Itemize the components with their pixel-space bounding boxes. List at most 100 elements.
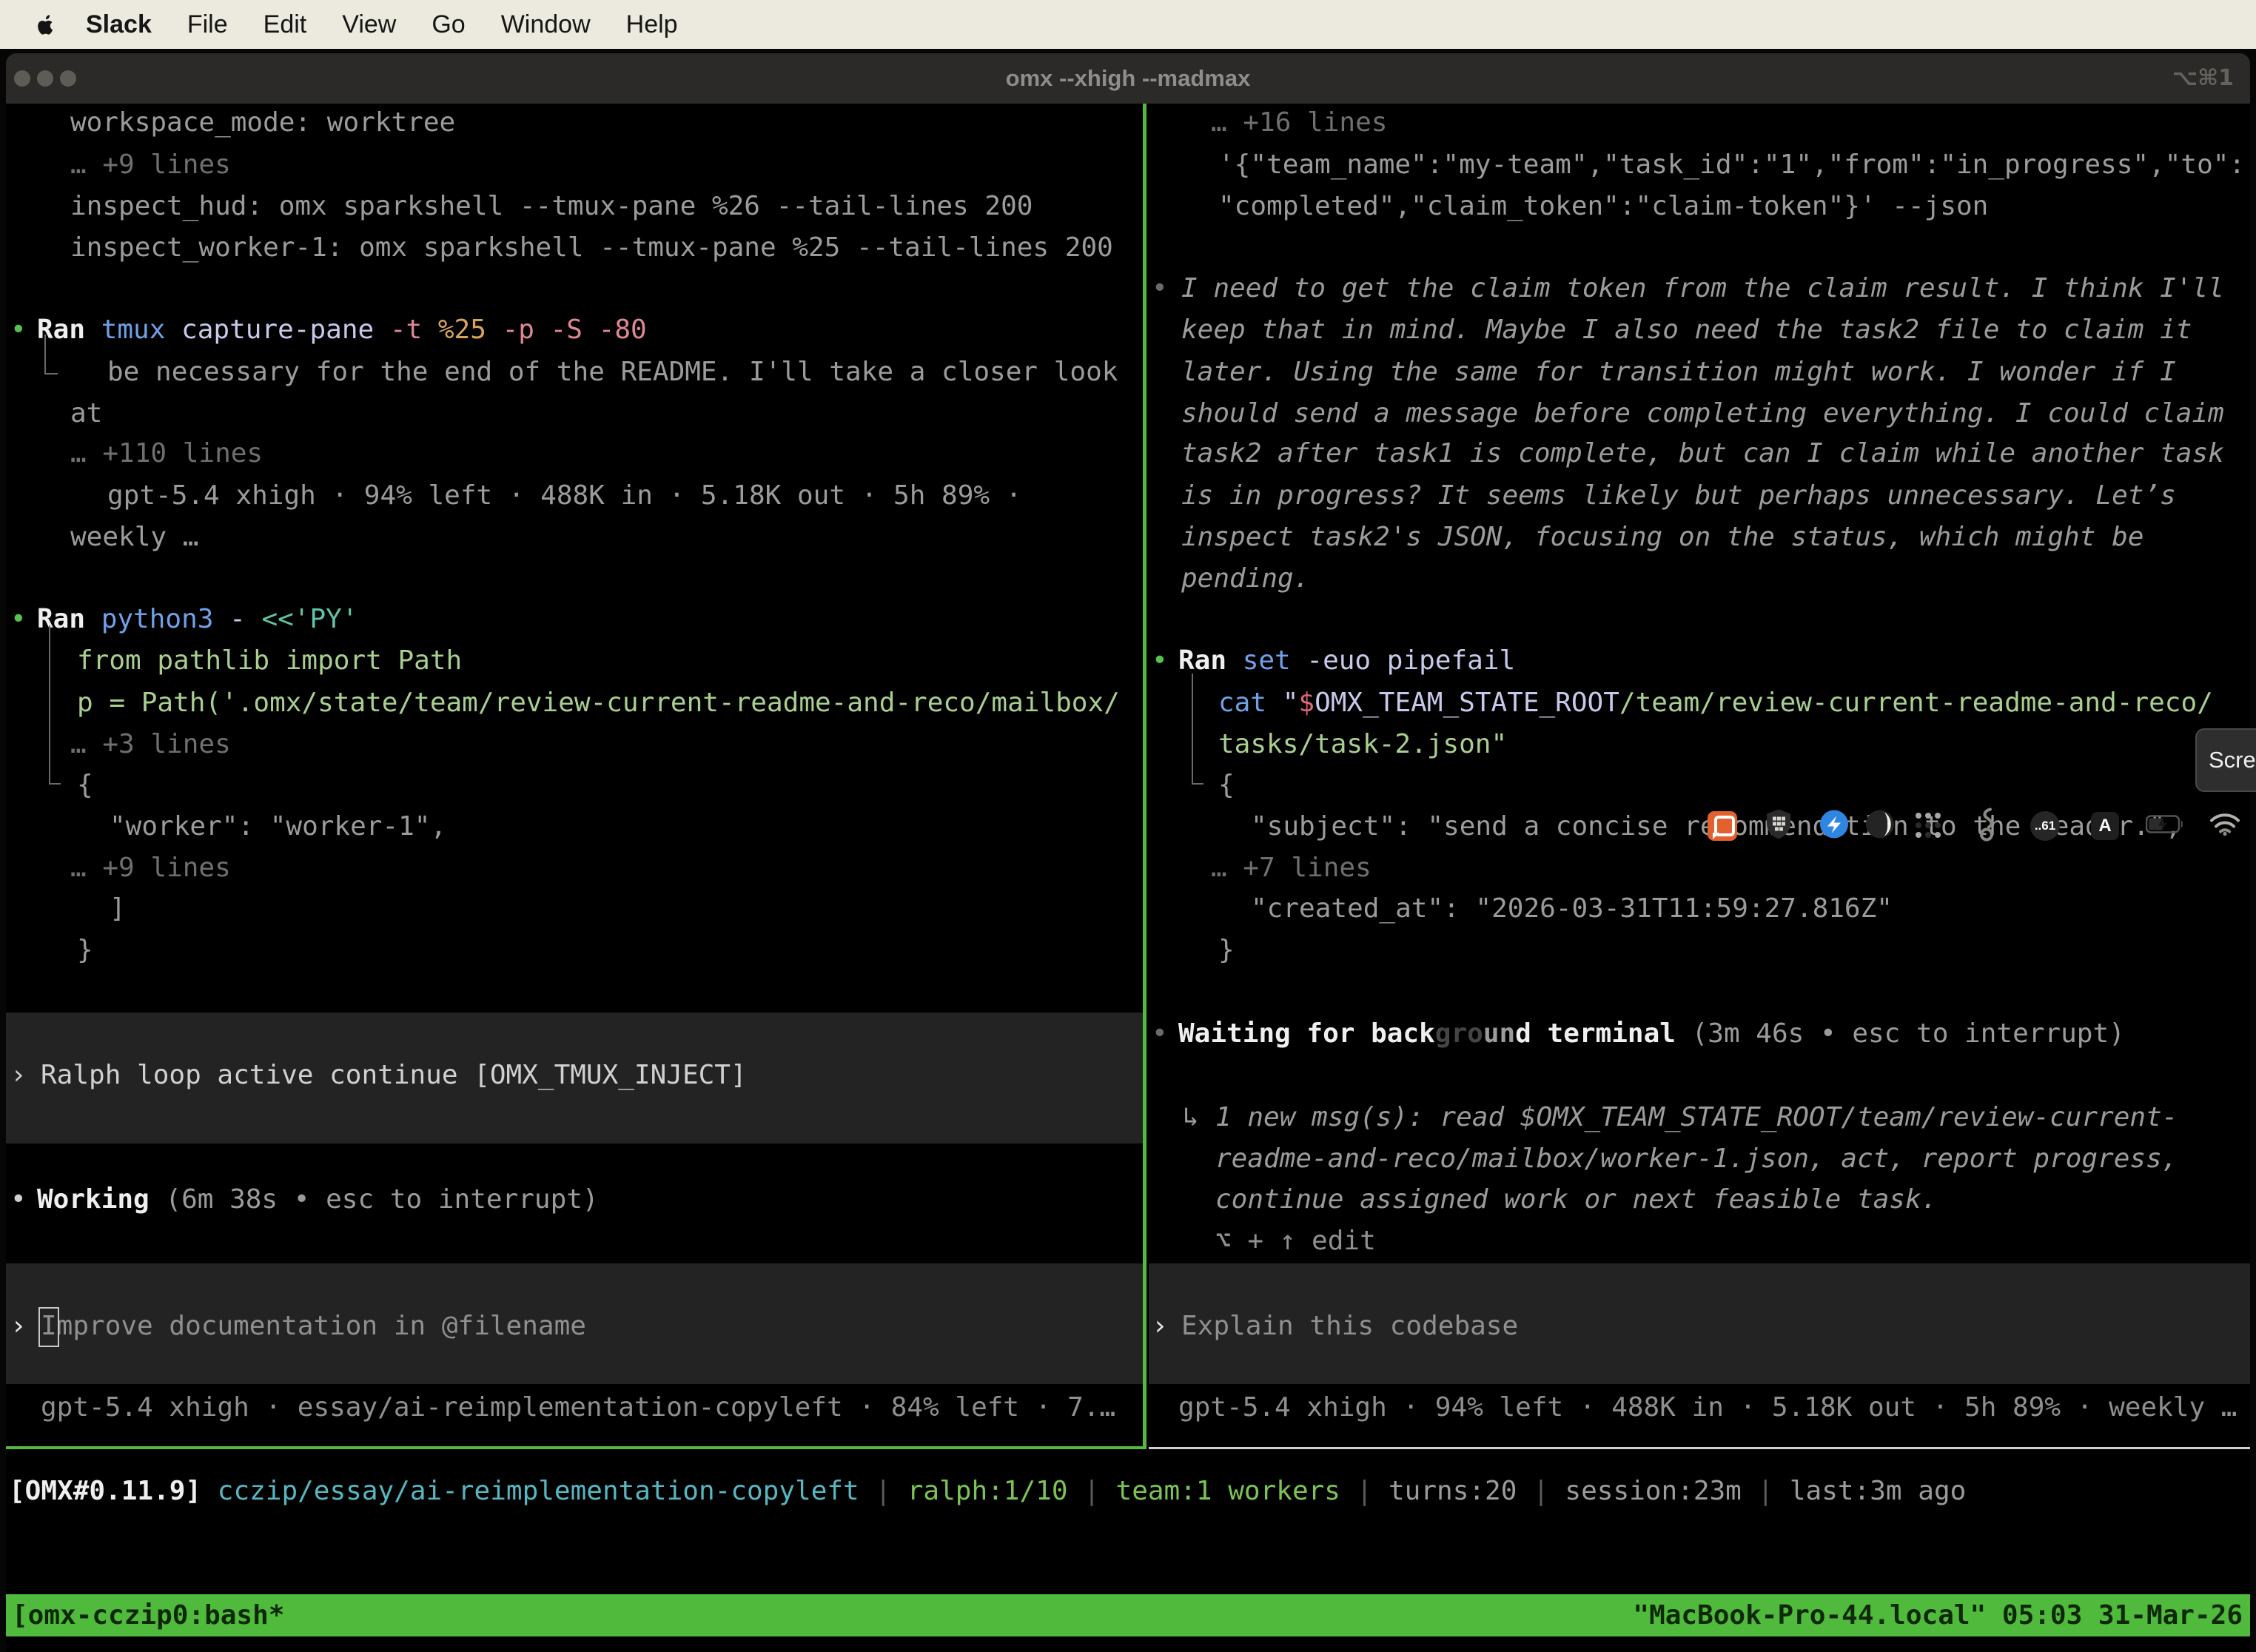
thinking-line: later. Using the same for transition mig…: [1181, 351, 2176, 393]
left-command-input[interactable]: Improve documentation in @filename: [41, 1305, 586, 1347]
thinking-bullet-icon: •: [1152, 267, 1168, 309]
output-elbow-connector: [44, 335, 58, 375]
menu-file[interactable]: File: [187, 10, 228, 39]
menu-help[interactable]: Help: [626, 10, 678, 39]
waiting-label: d terminal: [1515, 1018, 1676, 1049]
prompt-chevron-icon: ›: [1152, 1305, 1168, 1347]
code-line: tasks/task-2.json": [1218, 723, 1507, 765]
turns-counter: turns:20: [1389, 1476, 1517, 1506]
run-bullet-icon: •: [10, 309, 27, 351]
collapsed-lines-indicator[interactable]: … +16 lines: [1211, 101, 1387, 144]
terminal-line: inspect_hud: omx sparkshell --tmux-pane …: [70, 185, 1033, 227]
command-arg: capture-pane: [181, 315, 390, 345]
thinking-line: I need to get the claim token from the c…: [1181, 267, 2224, 309]
command-output-line: weekly …: [70, 516, 198, 558]
right-session-status: gpt-5.4 xhigh · 94% left · 488K in · 5.1…: [1178, 1386, 2237, 1428]
ran-label: Ran: [1178, 645, 1243, 676]
dollar-sigil: $: [1298, 688, 1315, 718]
menu-window[interactable]: Window: [501, 10, 591, 39]
collapsed-lines-indicator[interactable]: … +110 lines: [70, 432, 263, 474]
thinking-line: is in progress? It seems likely but perh…: [1181, 474, 2176, 517]
command-output-line: be necessary for the end of the README. …: [107, 351, 1118, 393]
code-line: p = Path('.omx/state/team/review-current…: [77, 682, 1120, 724]
output-line: "worker": "worker-1",: [110, 805, 446, 847]
quote: ": [1283, 688, 1299, 718]
mailbox-message-line: continue assigned work or next feasible …: [1215, 1178, 1937, 1220]
working-bullet-icon: •: [10, 1178, 27, 1220]
env-var: OMX_TEAM_STATE_ROOT: [1315, 688, 1619, 718]
heredoc-marker: <<'PY': [261, 604, 357, 634]
command-name: python3: [101, 604, 229, 634]
omx-project-path: cczip/essay/ai-reimplementation-copyleft: [218, 1476, 859, 1506]
session-duration: session:23m: [1565, 1476, 1741, 1506]
separator: |: [1340, 1476, 1389, 1506]
output-line: ]: [110, 887, 126, 930]
terminal-line: workspace_mode: worktree: [70, 101, 455, 144]
input-source-badge[interactable]: A: [2091, 812, 2119, 840]
right-pane-border: [1149, 1447, 2250, 1449]
count-badge[interactable]: ..61: [2030, 811, 2060, 841]
collapsed-lines-indicator[interactable]: … +9 lines: [70, 144, 231, 186]
thinking-line: should send a message before completing …: [1181, 392, 2224, 434]
command-flag: -t: [390, 315, 438, 345]
active-app-menu[interactable]: Slack: [86, 10, 152, 39]
msg-arrow-icon: ↳: [1183, 1096, 1199, 1138]
menu-edit[interactable]: Edit: [263, 10, 307, 39]
thinking-line: inspect task2's JSON, focusing on the st…: [1181, 516, 2143, 558]
edit-shortcut-hint: ⌥ + ↑ edit: [1215, 1220, 1376, 1262]
waiting-label: Waiting for back: [1178, 1018, 1435, 1049]
command-flag: -80: [599, 315, 647, 345]
pane-divider[interactable]: [1143, 104, 1147, 1449]
squiggle-icon[interactable]: [1977, 807, 1996, 846]
command-name: tmux: [101, 315, 181, 345]
text-cursor: [38, 1307, 59, 1347]
battery-icon[interactable]: [2146, 814, 2187, 839]
collapsed-lines-indicator[interactable]: … +9 lines: [70, 847, 231, 889]
wifi-icon[interactable]: [2209, 813, 2241, 840]
code-line: from pathlib import Path: [77, 639, 462, 682]
terminal-line: '{"team_name":"my-team","task_id":"1","f…: [1218, 144, 2245, 186]
run-bullet-icon: •: [1152, 639, 1168, 682]
right-command-input[interactable]: Explain this codebase: [1181, 1305, 1518, 1347]
output-line: {: [77, 764, 93, 806]
command-flag: -S: [551, 315, 599, 345]
ralph-counter: ralph:1/10: [907, 1476, 1068, 1506]
menu-go[interactable]: Go: [432, 10, 465, 39]
app-badge-icon[interactable]: [1819, 809, 1850, 844]
collapsed-lines-indicator[interactable]: … +3 lines: [70, 723, 231, 765]
ran-label: Ran: [37, 604, 101, 634]
privacy-shield-icon[interactable]: [1764, 808, 1793, 845]
ran-command-line: Ran set -euo pipefail: [1178, 639, 1515, 682]
menu-bar: Slack File Edit View Go Window Help: [0, 0, 2256, 49]
waiting-status-line: Waiting for background terminal (3m 46s …: [1178, 1013, 2125, 1055]
thinking-line: keep that in mind. Maybe I also need the…: [1181, 309, 2192, 351]
output-line: {: [1218, 764, 1235, 806]
apple-menu[interactable]: [34, 12, 55, 37]
screenshot-icon[interactable]: [1708, 811, 1737, 841]
menu-view[interactable]: View: [342, 10, 396, 39]
waiting-label-shimmer: un: [1483, 1018, 1515, 1049]
separator: |: [1517, 1476, 1565, 1506]
separator: |: [859, 1476, 907, 1506]
prompt-chevron-icon: ›: [10, 1305, 27, 1347]
working-label: Working: [37, 1184, 165, 1215]
command-name: cat: [1218, 688, 1283, 718]
command-arg: -euo pipefail: [1306, 645, 1515, 676]
inject-prompt-icon: ›: [10, 1054, 27, 1096]
left-session-status: gpt-5.4 xhigh · essay/ai-reimplementatio…: [41, 1386, 1115, 1428]
mailbox-message-line: readme-and-reco/mailbox/worker-1.json, a…: [1215, 1138, 2178, 1180]
waiting-label-shimmer: gro: [1435, 1018, 1483, 1049]
code-block-connector: [49, 625, 61, 785]
command-output-line: gpt-5.4 xhigh · 94% left · 488K in · 5.1…: [107, 474, 1021, 517]
ran-command-line: Ran tmux capture-pane -t %25 -p -S -80: [37, 309, 647, 351]
contrast-icon[interactable]: [1864, 809, 1896, 844]
tmux-host-clock: "MacBook-Pro-44.local" 05:03 31-Mar-26: [1633, 1594, 2243, 1636]
command-arg: %25: [438, 315, 503, 345]
omx-status-line: [OMX#0.11.9] cczip/essay/ai-reimplementa…: [9, 1470, 1966, 1512]
collapsed-lines-indicator[interactable]: … +7 lines: [1211, 847, 1372, 889]
grid-dots-icon[interactable]: [1916, 813, 1942, 839]
separator: |: [1742, 1476, 1790, 1506]
output-line: }: [1218, 929, 1235, 971]
working-status-line: Working (6m 38s • esc to interrupt): [37, 1178, 599, 1220]
tmux-session-window[interactable]: [omx-cczip0:bash*: [12, 1594, 284, 1636]
